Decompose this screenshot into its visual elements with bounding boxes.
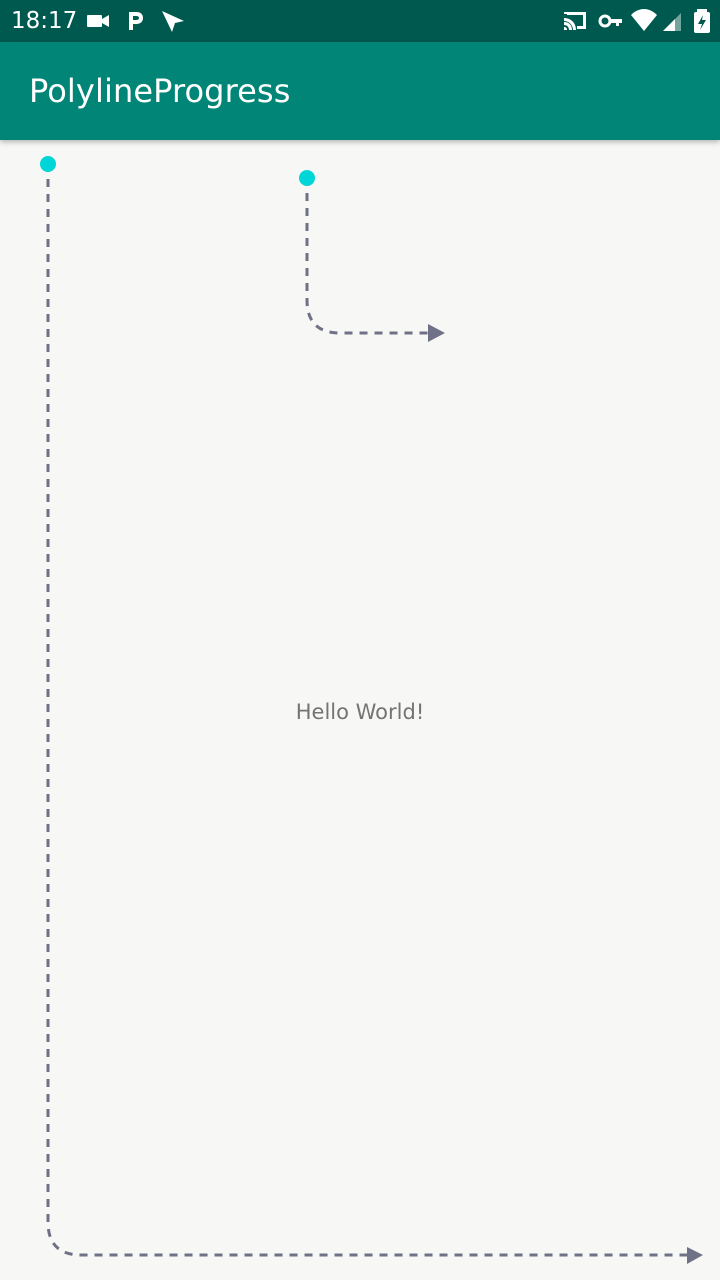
hello-world-text: Hello World!: [295, 700, 425, 724]
short-start-marker: [299, 170, 315, 186]
full-height-start-marker: [40, 156, 56, 172]
polyline-progress-canvas: [40, 156, 703, 1264]
short-arrow-head: [428, 324, 445, 342]
short-polyline-path: [305, 178, 430, 335]
short-polyline-progress: [299, 170, 445, 342]
full-height-arrow-head: [687, 1247, 703, 1264]
app-screen: 18:17 PolylineProgress Hello World!: [0, 0, 720, 1280]
